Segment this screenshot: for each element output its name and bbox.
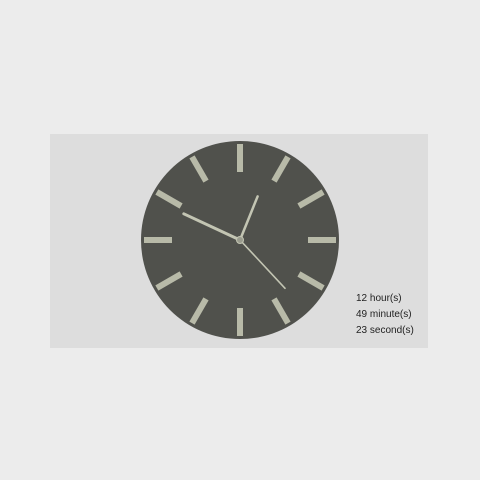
center-cap [236,236,244,244]
hours-readout: 12 hour(s) [356,293,402,304]
clock-panel: 12 hour(s) 49 minute(s) 23 second(s) [50,134,428,348]
minutes-readout: 49 minute(s) [356,309,412,320]
analog-clock [141,141,339,339]
seconds-readout: 23 second(s) [356,325,414,336]
time-readout: 12 hour(s) 49 minute(s) 23 second(s) [356,291,414,339]
